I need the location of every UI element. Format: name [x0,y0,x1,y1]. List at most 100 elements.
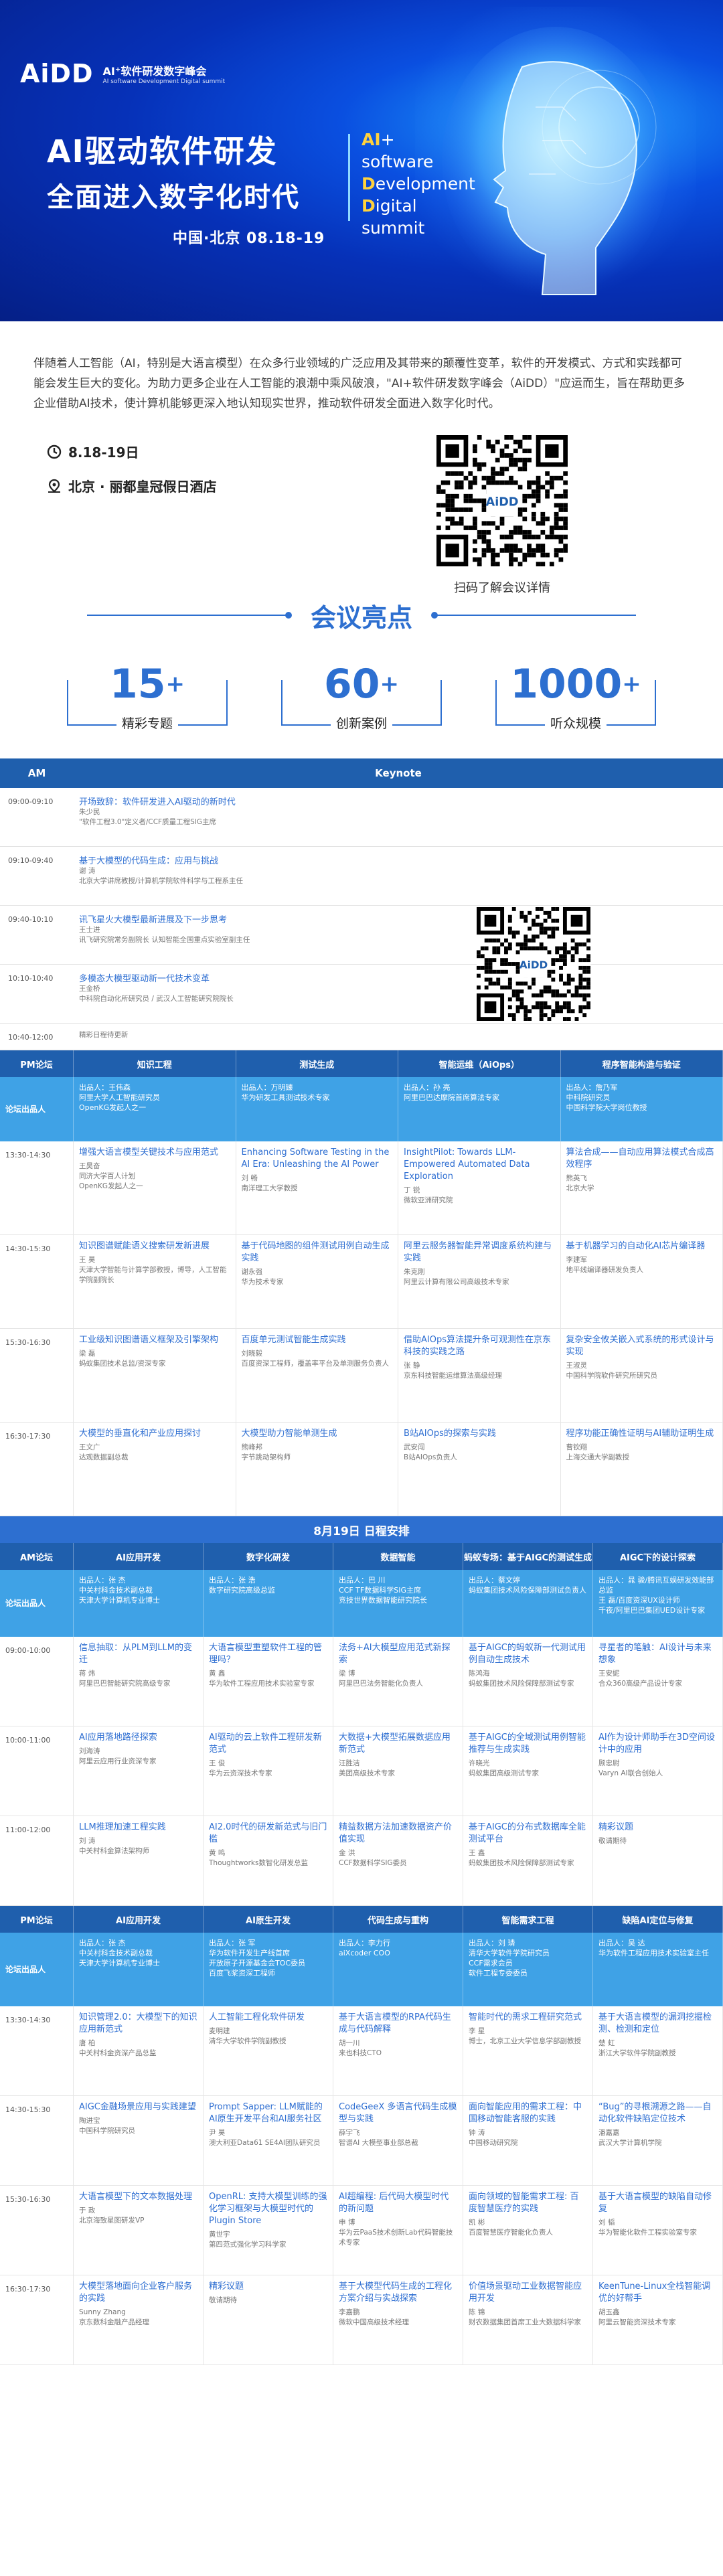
talk-cell: 增强大语言模型关键技术与应用范式王昊奋 同济大学百人计划 OpenKG发起人之一 [74,1141,236,1235]
talk-title[interactable]: 信息抽取：从PLM到LLM的变迁 [79,1642,197,1666]
track-header: 蚂蚁专场：基于AIGC的测试生成 [463,1543,593,1570]
talk-title[interactable]: 价值场景驱动工业数据智能应用开发 [469,2281,587,2305]
talk-cell: 基于AIGC的蚂蚁新一代测试用例自动生成技术陈鸿海 蚂蚁集团技术风险保障部测试专家 [463,1637,593,1726]
talk-title[interactable]: KeenTune-Linux全栈智能调优的好帮手 [598,2281,717,2305]
talk-title[interactable]: 法务+AI大模型应用范式新探索 [339,1642,457,1666]
talk-cell: AI应用落地路径探索刘海涛 阿里云应用行业资深专家 [74,1726,204,1816]
talk-title[interactable]: 知识管理2.0：大模型下的知识应用新范式 [79,2012,197,2036]
talk-title[interactable]: 基于大模型代码生成的工程化方案介绍与实战探索 [339,2281,457,2305]
talk-title[interactable]: 基于代码地图的组件测试用例自动生成实践 [242,1240,393,1265]
keynote-title[interactable]: 开场致辞：软件研发进入AI驱动的新时代 [79,795,716,807]
slot-time: 15:30-16:30 [0,2186,74,2275]
keynote-speaker: 王士进 [79,926,100,934]
talk-title[interactable]: AI应用落地路径探索 [79,1732,197,1744]
talk-title[interactable]: Prompt Sapper: LLM赋能的AI原生开发平台和AI服务社区 [209,2101,327,2125]
talk-title[interactable]: 面向智能应用的需求工程：中国移动智能客服的实践 [469,2101,587,2125]
qr-logo: AiDD [519,959,548,971]
talk-speaker: 唐 柏中关村科金资深产品总监 [79,2039,157,2057]
qr-block[interactable]: AiDD 扫码了解会议详情 [435,435,569,596]
talk-speaker: 熊英飞 北京大学 [566,1174,594,1192]
keynote-title[interactable]: 讯飞星火大模型最新进展及下一步思考 [79,912,716,925]
talk-title[interactable]: 复杂安全攸关嵌入式系统的形式设计与实现 [566,1334,718,1358]
talk-title[interactable]: 基于大语言模型的漏洞挖掘检测、检测和定位 [598,2012,717,2036]
talk-cell: OpenRL: 支持大模型训练的强化学习框架与大模型时代的Plugin Stor… [204,2186,333,2275]
stat-number: 1000+ [495,660,656,708]
talk-speaker: 张 静京东科技智能运维算法高级经理 [404,1362,502,1380]
talk-title[interactable]: 智能时代的需求工程研究范式 [469,2012,587,2024]
talk-speaker: 李嘉鹏 微软中国高级技术经理 [339,2308,409,2326]
talk-title[interactable]: 基于AIGC的蚂蚁新一代测试用例自动生成技术 [469,1642,587,1666]
track-header: 代码生成与重构 [333,1906,463,1933]
talk-title[interactable]: AI超编程: 后代码大模型时代的新问题 [339,2191,457,2215]
talk-title[interactable]: 大语言模型下的文本数据处理 [79,2191,197,2203]
hero-title-line2: 全面进入数字化时代 [47,182,300,213]
talk-title[interactable]: B站AIOps的探索与实践 [404,1428,555,1440]
talk-title[interactable]: 知识图谱赋能语义搜索研发新进展 [79,1240,230,1253]
qr-code-icon[interactable]: AiDD [436,435,568,566]
qr-code-icon[interactable]: AiDD [477,907,590,1021]
talk-title[interactable]: OpenRL: 支持大模型训练的强化学习框架与大模型时代的Plugin Stor… [209,2191,327,2227]
talk-title[interactable]: 基于大语言模型的RPA代码生成与代码解释 [339,2012,457,2036]
talk-title[interactable]: 基于大语言模型的缺陷自动修复 [598,2191,717,2215]
track-chair: 出品人：蔡文婷 蚂蚁集团技术风险保障部测试负责人 [463,1570,593,1637]
talk-title[interactable]: 算法合成——自动应用算法模式合成高效程序 [566,1147,718,1171]
talk-title[interactable]: 面向领域的智能需求工程: 百度智慧医疗的实践 [469,2191,587,2215]
talk-title[interactable]: “Bug”的寻根溯源之路——自动化软件缺陷定位技术 [598,2101,717,2125]
talk-cell: 面向领域的智能需求工程: 百度智慧医疗的实践凯 彬百度智慧医疗智能化负责人 [463,2186,593,2275]
talk-title[interactable]: 大模型的垂直化和产业应用探讨 [79,1428,230,1440]
talk-title[interactable]: 阿里云服务器智能异常调度系统构建与实践 [404,1240,555,1265]
talk-speaker: 刘海涛 阿里云应用行业资深专家 [79,1747,157,1765]
talk-cell: 阿里云服务器智能异常调度系统构建与实践 朱克刚 阿里云计算有限公司高级技术专家 [398,1235,561,1329]
talk-title[interactable]: 基于AIGC的全域测试用例智能推荐与生成实践 [469,1732,587,1756]
talk-cell: 大模型落地面向企业客户服务的实践 Sunny Zhang 京东数科金融产品经理 [74,2275,204,2365]
keynote-body: 讯飞星火大模型最新进展及下一步思考 王士进 讯飞研究院常务副院长 认知智能全国重点实… [74,906,723,964]
keynote-time: 09:00-09:10 [8,797,54,806]
talk-title[interactable]: 程序功能正确性证明与AI辅助证明生成 [566,1428,718,1440]
talk-title[interactable]: 借助AIOps算法提升条可观测性在京东科技的实践之路 [404,1334,555,1358]
keynote-row: 09:00-09:10 开场致辞：软件研发进入AI驱动的新时代 朱少民 "软件工程3.… [0,788,723,847]
talk-title[interactable]: Enhancing Software Testing in the AI Era… [242,1147,393,1171]
hero-title-line1: AI驱动软件研发 [47,133,278,169]
talk-speaker: 王昊奋 同济大学百人计划 OpenKG发起人之一 [79,1162,143,1190]
talk-title[interactable]: 大数据+大模型拓展数据应用新范式 [339,1732,457,1756]
talk-title[interactable]: 百度单元测试智能生成实践 [242,1334,393,1346]
talk-title[interactable]: CodeGeeX 多语言代码生成模型与实践 [339,2101,457,2125]
talk-title[interactable]: LLM推理加速工程实践 [79,1822,197,1834]
talk-speaker: 陈鸿海 蚂蚁集团技术风险保障部测试专家 [469,1670,574,1688]
talk-cell: Enhancing Software Testing in the AI Era… [236,1141,398,1235]
talk-title[interactable]: 精益数据方法加速数据资产价值实现 [339,1822,457,1846]
talk-title[interactable]: 精彩议题 [209,2281,327,2293]
keynote-time: 09:40-10:10 [8,915,54,924]
talk-title[interactable]: 人工智能工程化软件研发 [209,2012,327,2024]
hero-english-line: summit [362,217,475,239]
keynote-row: 10:40-12:00 精彩日程待更新 [0,1024,723,1050]
talk-title[interactable]: 基于AIGC的分布式数据库全能测试平台 [469,1822,587,1846]
talk-title[interactable]: 工业级知识图谱语义框架及引擎架构 [79,1334,230,1346]
talk-speaker: Sunny Zhang 京东数科金融产品经理 [79,2308,149,2326]
talk-title[interactable]: AI2.0时代的研发新范式与旧门槛 [209,1822,327,1846]
talk-title[interactable]: 增强大语言模型关键技术与应用范式 [79,1147,230,1159]
talk-cell: KeenTune-Linux全栈智能调优的好帮手 胡玉鑫 阿里云智能资深技术专家 [593,2275,723,2365]
talk-title[interactable]: AIGC金融场景应用与实践建望 [79,2101,197,2113]
talk-title[interactable]: 基于机器学习的自动化AI芯片编译器 [566,1240,718,1253]
keynote-speaker-desc: "软件工程3.0"定义者/CCF质量工程SIG主席 [79,818,216,826]
talk-title[interactable]: InsightPilot: Towards LLM-Empowered Auto… [404,1147,555,1183]
chair-label: 论坛出品人 [0,1570,74,1637]
talk-cell: AI2.0时代的研发新范式与旧门槛黄 鸣 Thoughtworks数智化研发总监 [204,1816,333,1906]
talk-title[interactable]: 精彩议题 [598,1822,717,1834]
hero-english-line: software [362,151,475,173]
talk-title[interactable]: 大语言模型重塑软件工程的管理吗？ [209,1642,327,1666]
keynote-title[interactable]: 基于大模型的代码生成：应用与挑战 [79,854,716,866]
talk-title[interactable]: 寻星者的笔触：AI设计与未来想象 [598,1642,717,1666]
stat-value: 60 [324,661,380,708]
talk-cell: 基于AIGC的分布式数据库全能测试平台王 鑫蚂蚁集团技术风险保障部测试专家 [463,1816,593,1906]
talk-title[interactable]: AI作为设计师助手在3D空间设计中的应用 [598,1732,717,1756]
keynote-title[interactable]: 多模态大模型驱动新一代技术变革 [79,971,716,984]
talk-title[interactable]: 大模型助力智能单测生成 [242,1428,393,1440]
talk-title[interactable]: 大模型落地面向企业客户服务的实践 [79,2281,197,2305]
talk-speaker: 曹钦翔 上海交通大学副教授 [566,1443,630,1461]
talk-speaker: 薛宇飞 智谱AI 大模型事业部总裁 [339,2129,418,2147]
talk-cell: 知识图谱赋能语义搜索研发新进展王 昊天津大学智能与计算学部教授，博导，人工智能学… [74,1235,236,1329]
hero-english-line: AI+ [362,129,475,151]
talk-title[interactable]: AI驱动的云上软件工程研发新范式 [209,1732,327,1756]
